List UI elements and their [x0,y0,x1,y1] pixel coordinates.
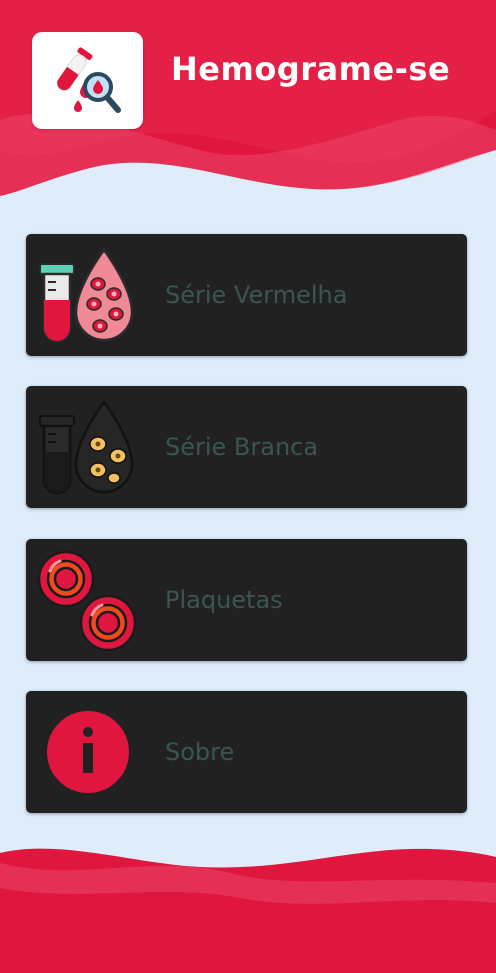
blood-test-magnifier-icon [56,47,121,113]
platelets-icon [36,547,142,653]
red-blood-cells-test-tube-icon [36,242,142,348]
white-blood-cells-test-tube-icon [36,394,142,500]
footer-wave-background [0,848,496,973]
menu-item-label: Série Branca [165,433,319,461]
serie-branca-button[interactable]: Série Branca [26,386,467,508]
app-logo [32,32,143,129]
info-icon [36,699,142,805]
app-title: Hemograme-se [171,50,451,88]
plaquetas-button[interactable]: Plaquetas [26,539,467,661]
sobre-button[interactable]: Sobre [26,691,467,813]
serie-vermelha-button[interactable]: Série Vermelha [26,234,467,356]
menu-item-label: Sobre [165,738,235,766]
menu-item-label: Plaquetas [165,586,283,614]
menu-item-label: Série Vermelha [165,281,348,309]
